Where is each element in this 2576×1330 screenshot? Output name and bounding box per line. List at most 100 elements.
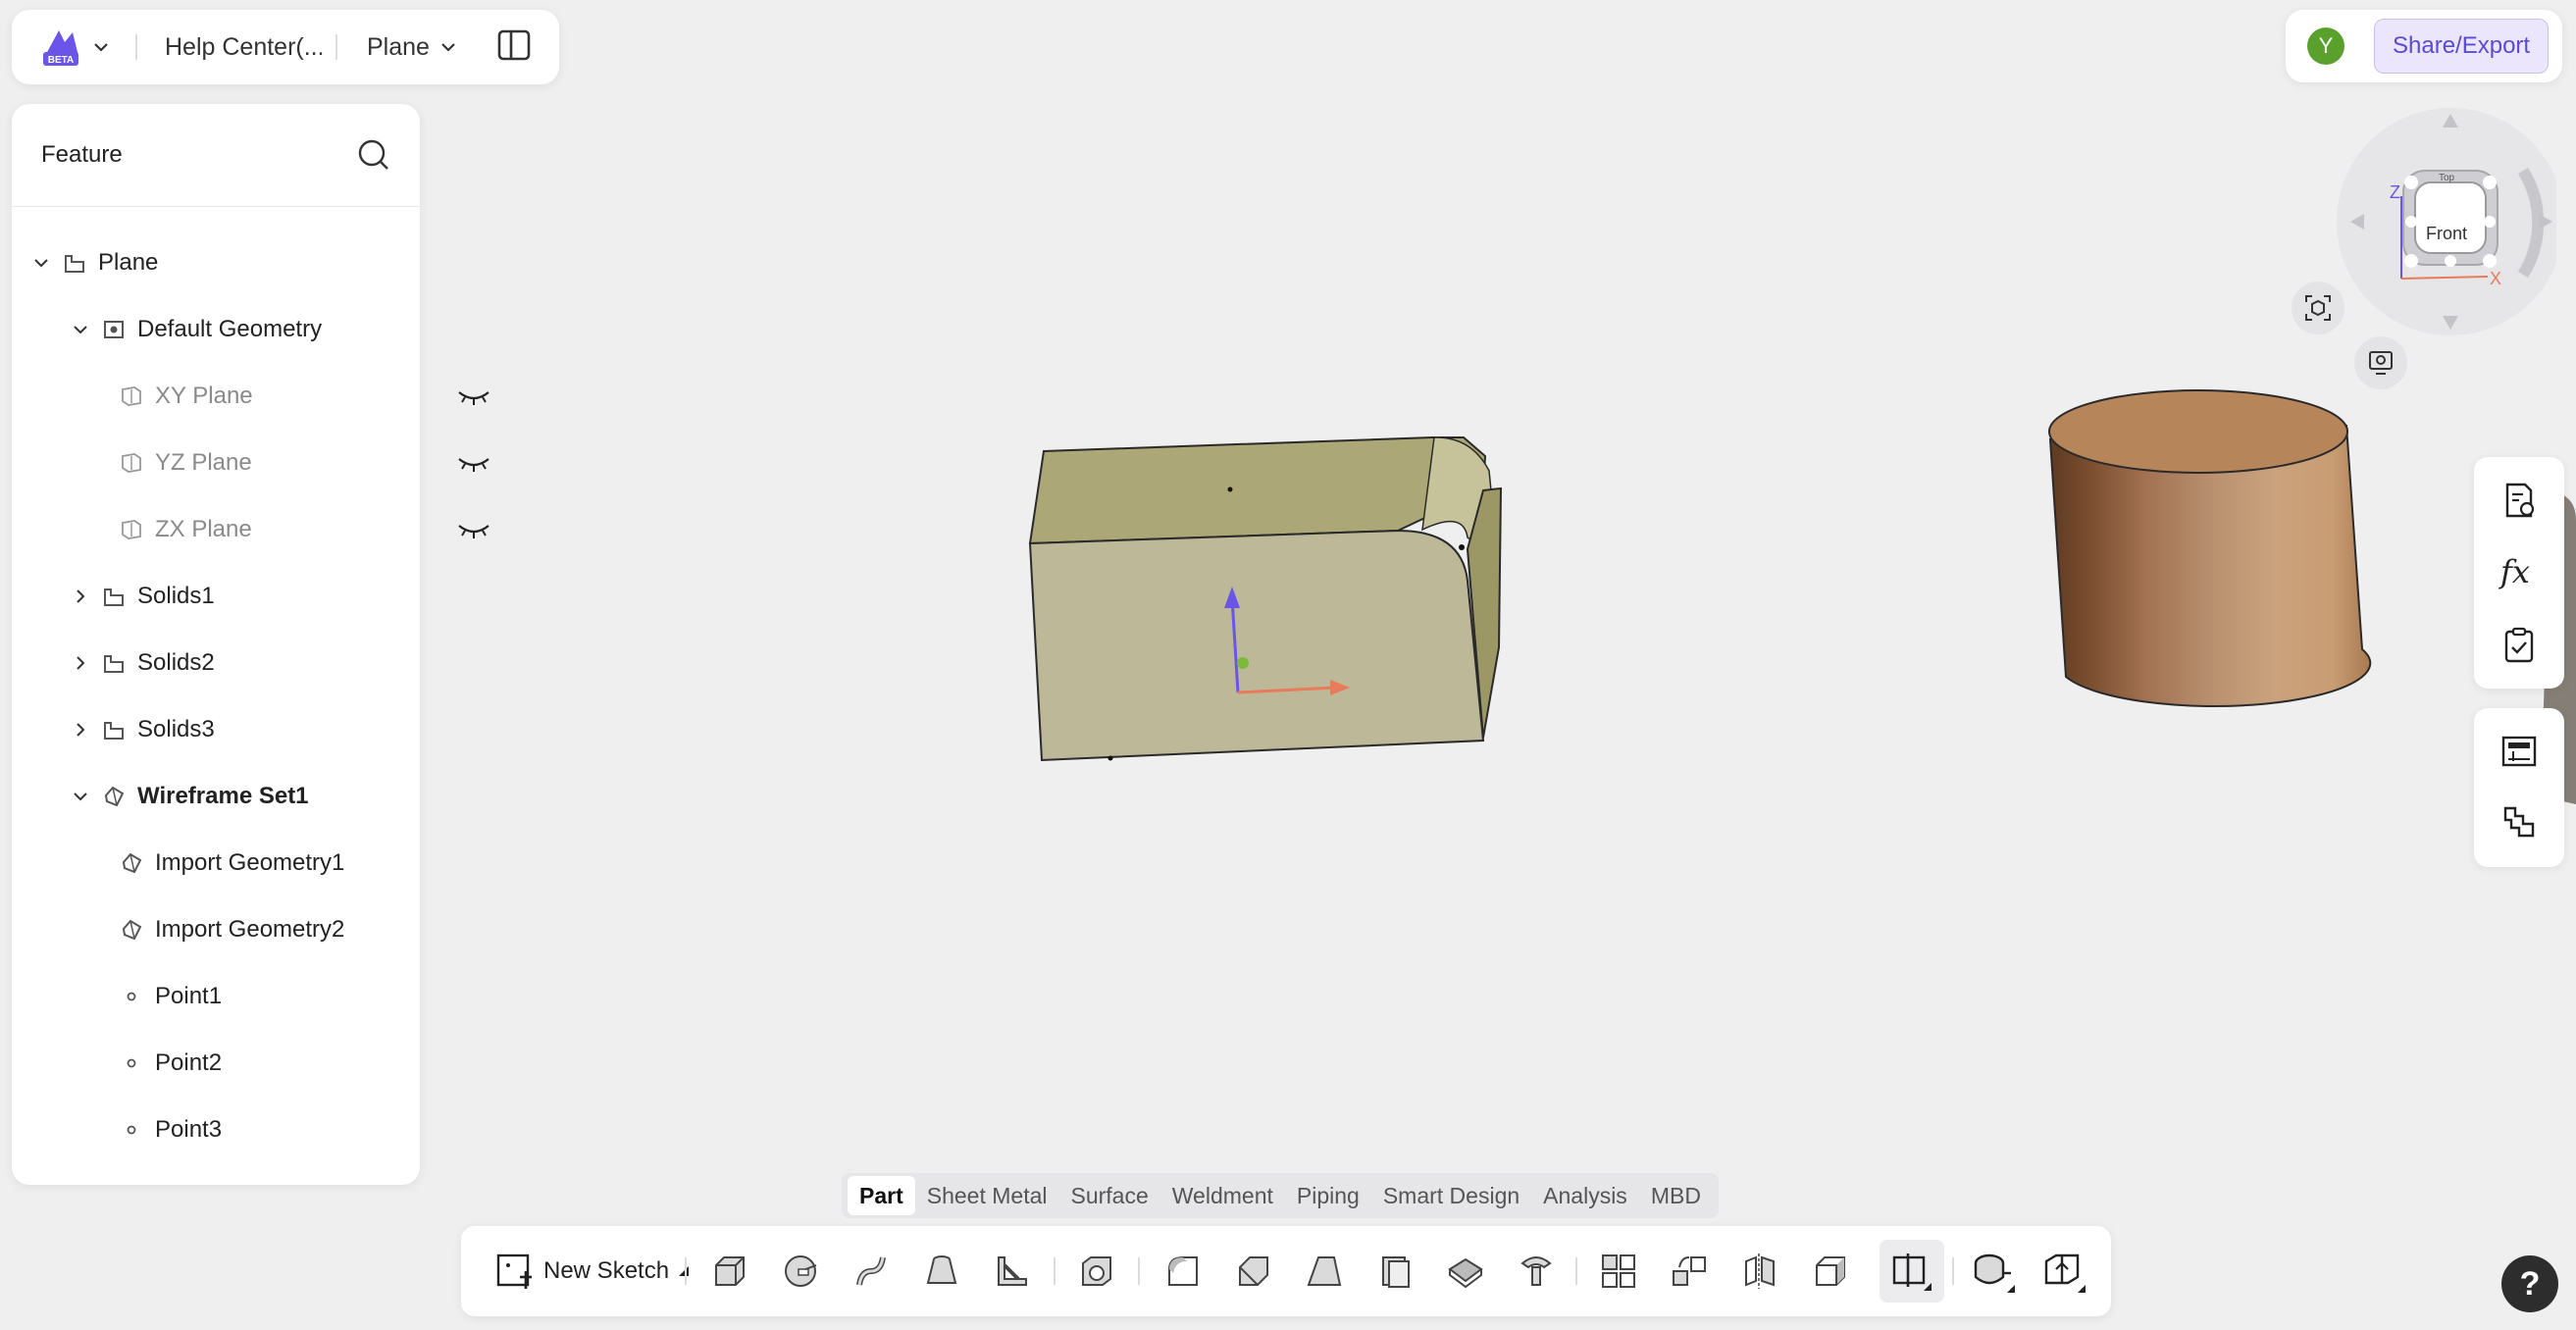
chevron-right-icon[interactable] (73, 722, 88, 738)
formula-button[interactable]: fx (2496, 549, 2543, 596)
draft-button[interactable] (1301, 1248, 1348, 1295)
eye-closed-icon[interactable] (457, 451, 490, 475)
tree-item-label: Point1 (155, 983, 223, 1009)
checklist-button[interactable] (2496, 622, 2543, 669)
feature-panel: Feature Plane Default Geometry XY Plane … (12, 104, 489, 1185)
share-export-button[interactable]: Share/Export (2374, 19, 2550, 74)
tree-item-import-geometry2[interactable]: Import Geometry2 (12, 902, 518, 957)
app-logo[interactable]: BETA (39, 26, 110, 68)
tree-item-solids1[interactable]: Solids1 (12, 569, 477, 624)
fillet-button[interactable] (1159, 1248, 1207, 1295)
fillet-icon (1168, 1256, 1198, 1286)
mirror-icon (1745, 1253, 1775, 1289)
pattern-button[interactable] (1595, 1248, 1642, 1295)
document-settings-button[interactable] (2496, 477, 2543, 524)
fit-view-button[interactable] (2292, 281, 2344, 334)
chevron-down-icon[interactable] (73, 789, 88, 804)
eye-closed-icon[interactable] (457, 518, 490, 541)
tree-item-label: Default Geometry (137, 316, 323, 342)
box-solid[interactable] (1028, 436, 1503, 762)
reference-plane-button[interactable] (1880, 1240, 1944, 1303)
divider (1575, 1257, 1577, 1285)
tree-item-wireframe-set1[interactable]: Wireframe Set1 (12, 769, 477, 824)
tab-surface[interactable]: Surface (1059, 1176, 1160, 1215)
new-sketch-button[interactable]: New Sketch (494, 1248, 690, 1295)
tab-analysis[interactable]: Analysis (1531, 1176, 1639, 1215)
panel-layout-icon (497, 29, 531, 60)
tree-item-point3[interactable]: Point3 (12, 1102, 518, 1157)
mirror-button[interactable] (1736, 1248, 1783, 1295)
loft-button[interactable] (918, 1248, 965, 1295)
cube-top-label[interactable]: Top (2439, 173, 2455, 183)
logo-icon: BETA (43, 30, 78, 66)
new-sketch-label: New Sketch (543, 1257, 670, 1284)
divider (135, 34, 137, 60)
beta-badge: BETA (48, 55, 74, 66)
tree-item-point2[interactable]: Point2 (12, 1036, 518, 1091)
cylinder-solid[interactable] (2048, 389, 2372, 708)
revolve-button[interactable] (777, 1248, 824, 1295)
avatar[interactable]: Y (2307, 27, 2344, 65)
split-button[interactable] (1442, 1248, 1489, 1295)
tree-item-solids2[interactable]: Solids2 (12, 636, 477, 691)
rib-button[interactable] (989, 1248, 1036, 1295)
box-primitive-icon (1816, 1256, 1845, 1286)
right-tools-panel: fx (2474, 457, 2564, 689)
box-primitive-button[interactable] (1807, 1248, 1854, 1295)
point-icon (127, 1058, 136, 1068)
camera-view-button[interactable] (2354, 336, 2407, 389)
shell-button[interactable] (1073, 1248, 1120, 1295)
chevron-right-icon[interactable] (73, 655, 88, 671)
hole-button[interactable] (1513, 1248, 1560, 1295)
pattern-icon (1602, 1254, 1635, 1288)
tab-sheet-metal[interactable]: Sheet Metal (915, 1176, 1059, 1215)
tree-item-point1[interactable]: Point1 (12, 969, 518, 1024)
chamfer-button[interactable] (1230, 1248, 1277, 1295)
svg-text:fx: fx (2499, 553, 2530, 590)
eye-closed-icon[interactable] (457, 384, 490, 408)
part-name: Plane (367, 32, 430, 61)
tree-item-label: Plane (98, 249, 159, 276)
view-cube-graphic[interactable]: Top Front Z X (2331, 102, 2564, 341)
chevron-down-icon[interactable] (92, 38, 110, 56)
part-selector[interactable]: Plane (367, 33, 457, 62)
loft-icon (926, 1255, 957, 1284)
divider (685, 1257, 687, 1285)
thicken-button[interactable] (1371, 1248, 1418, 1295)
tab-smart-design[interactable]: Smart Design (1371, 1176, 1531, 1215)
tree-item-solids3[interactable]: Solids3 (12, 702, 477, 757)
measure-button[interactable] (1970, 1248, 2017, 1295)
reference-plane-icon (1892, 1253, 1932, 1291)
tree-item-yz-plane[interactable]: YZ Plane (12, 435, 518, 490)
tree-item-zx-plane[interactable]: ZX Plane (12, 502, 518, 557)
toggle-panel-button[interactable] (496, 28, 532, 67)
chevron-down-icon[interactable] (33, 255, 49, 271)
view-cube[interactable]: Top Front Z X (2331, 102, 2564, 341)
document-settings-icon (2505, 483, 2535, 518)
tree-item-xy-plane[interactable]: XY Plane (12, 369, 518, 424)
tab-piping[interactable]: Piping (1285, 1176, 1371, 1215)
tree-item-plane[interactable]: Plane (12, 235, 438, 290)
solid-icon (104, 588, 124, 606)
cube-front-label[interactable]: Front (2426, 224, 2467, 243)
document-title[interactable]: Help Center(... (165, 33, 322, 62)
chevron-down-icon[interactable] (73, 322, 88, 337)
solid-icon (104, 722, 124, 740)
chevron-right-icon[interactable] (73, 588, 88, 604)
search-icon[interactable] (357, 138, 390, 172)
tree-item-label: Import Geometry1 (155, 849, 345, 876)
transform-button[interactable] (1666, 1248, 1713, 1295)
tree-item-import-geometry1[interactable]: Import Geometry1 (12, 836, 518, 891)
divider (1952, 1257, 1954, 1285)
sweep-button[interactable] (848, 1248, 895, 1295)
tab-mbd[interactable]: MBD (1639, 1176, 1713, 1215)
tree-item-label: Point3 (155, 1116, 223, 1143)
help-button[interactable]: ? (2501, 1255, 2558, 1312)
extrude-button[interactable] (706, 1248, 753, 1295)
drawing-button[interactable] (2496, 728, 2543, 775)
tab-part[interactable]: Part (848, 1176, 915, 1215)
assembly-button[interactable] (2496, 798, 2543, 845)
section-view-button[interactable] (2040, 1248, 2087, 1295)
tab-weldment[interactable]: Weldment (1160, 1176, 1285, 1215)
tree-item-default-geometry[interactable]: Default Geometry (12, 302, 477, 357)
